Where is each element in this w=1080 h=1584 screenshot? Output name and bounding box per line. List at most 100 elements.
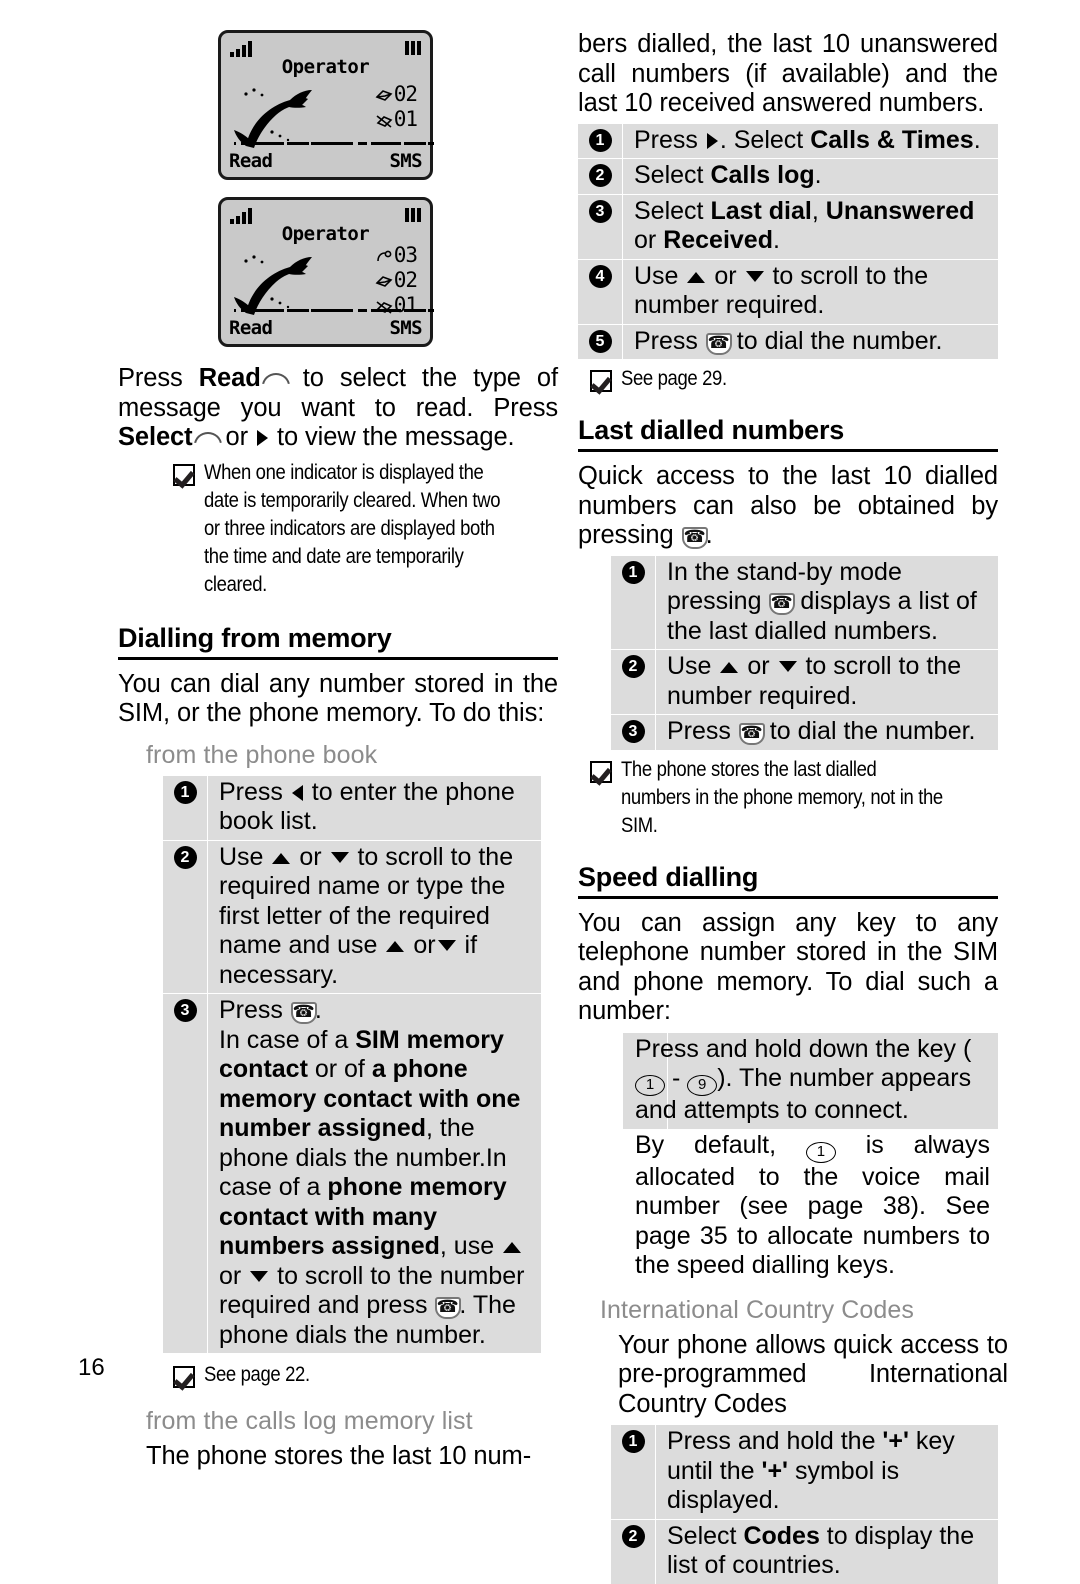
call-key-icon (434, 1296, 462, 1319)
battery-icon (405, 41, 421, 55)
operator-name: Operator (281, 223, 370, 245)
checkmark-icon (173, 1366, 195, 1388)
missed-call-icon (376, 250, 392, 262)
left-arrow-icon (291, 784, 303, 801)
call-key-icon (681, 526, 708, 549)
note-indicators: When one indicator is displayed the date… (173, 459, 558, 599)
intl-intro-paragraph: Your phone allows quick access to pre-pr… (618, 1330, 1008, 1418)
step-text: Use (667, 652, 719, 680)
callslog-intro-paragraph: The phone stores the last 10 num- (146, 1442, 532, 1470)
step-text: Use (219, 842, 271, 871)
envelope-icon (375, 90, 393, 101)
note-text: The phone stores the last dialled number… (621, 757, 943, 837)
softkey-bar: Read SMS (229, 317, 423, 339)
step-text: . (973, 125, 981, 154)
speed-dialling-default-box: By default, 1 is always allocated to the… (623, 1128, 998, 1284)
steps-calls-log: 1 Press . Select Calls & Times. 2 Select Ca… (578, 123, 998, 359)
step-text: , use (439, 1232, 502, 1260)
step-item: 2 Use or to scroll to the number required… (611, 649, 998, 714)
step-text: to dial the number. (762, 717, 976, 745)
right-column: bers dialled, the last 10 unanswered cal… (578, 30, 1008, 1584)
step-text-body: Press . Select Calls & Times. (622, 124, 998, 159)
speed-dialling-instruction: Press and hold down the key (1 - 9). The… (623, 1033, 998, 1129)
select-softkey-label: Select (118, 423, 193, 451)
emphasis-text: Received (663, 226, 773, 254)
softkey-icon (193, 429, 219, 446)
battery-icon (405, 208, 421, 222)
emphasis-text: Calls & Times (810, 125, 974, 154)
right-arrow-icon (256, 430, 268, 446)
signal-strength-icon (230, 40, 252, 57)
up-arrow-icon (503, 1242, 522, 1253)
right-softkey-label: SMS (389, 317, 422, 339)
signal-strength-icon (230, 207, 252, 224)
step-text: Use (634, 261, 686, 290)
dashed-baseline (234, 142, 434, 145)
step-number: 4 (578, 260, 622, 288)
step-text-body: Press to enter the phone book list. (207, 776, 541, 840)
note-see-page-29: See page 29. (590, 365, 990, 393)
step-number: 2 (578, 159, 622, 187)
step-text: In case of a (219, 1025, 356, 1054)
left-softkey-label: Read (229, 317, 273, 339)
step-number: 1 (611, 556, 655, 584)
step-number-badge: 4 (588, 264, 612, 288)
step-number-badge: 2 (621, 655, 645, 678)
step-item: 3 Press to dial the number. (611, 714, 998, 750)
step-text-body: Use or to scroll to the number required. (655, 650, 998, 714)
step-item: 2 Use or to scroll to the required name o… (163, 839, 541, 994)
phone-screen-mockup-1: Operator 02 01 Read SMS (218, 30, 434, 180)
checkmark-icon (173, 463, 195, 486)
operator-name: Operator (281, 56, 370, 78)
step-text: Press (634, 125, 705, 154)
step-number-badge: 3 (588, 199, 612, 223)
step-item: 1 Press to enter the phone book list. (163, 776, 541, 840)
speed-dialling-instruction-text: Press and hold down the key (1 - 9). The… (623, 1033, 998, 1129)
up-arrow-icon (386, 941, 405, 952)
indicator-row: 01 (375, 107, 418, 132)
phone-screen-mockup-2: Operator 03 02 01 Read SMS (218, 197, 434, 347)
up-arrow-icon (687, 271, 706, 283)
left-column: Operator 02 01 Read SMS Operator 03 02 0… (118, 30, 558, 1472)
note-stores-in-phone-memory: The phone stores the last dialled number… (590, 756, 990, 840)
keypad-key-1-icon: 1 (805, 1141, 836, 1163)
down-arrow-icon (437, 940, 456, 951)
call-key-icon (290, 1001, 317, 1024)
read-instruction-paragraph: Press Read to select the type of message… (118, 364, 558, 453)
emphasis-text: Last dial (710, 196, 812, 225)
dolphin-wallpaper-icon (234, 88, 312, 148)
softkey-bar: Read SMS (229, 150, 423, 172)
dialling-intro-paragraph: You can dial any number stored in the SI… (118, 669, 558, 728)
step-number-badge: 1 (173, 780, 197, 804)
step-item: 2 Select Calls log. (578, 158, 998, 194)
step-text: , (811, 196, 826, 225)
step-text: or (634, 226, 664, 254)
message-indicators-2: 03 02 01 (375, 243, 418, 318)
softkey-icon (261, 370, 287, 387)
read-softkey-label: Read (198, 364, 261, 392)
step-number-badge: 1 (588, 128, 612, 152)
last-dialled-text-a: Quick access to the last 10 dialled numb… (578, 462, 998, 549)
step-number: 2 (163, 841, 207, 869)
checkmark-icon (590, 370, 612, 392)
step-text: or (707, 261, 744, 290)
step-text-body: In the stand-by mode pressing displays a… (655, 556, 998, 650)
step-text-body: Select Calls log. (622, 159, 998, 194)
message-indicators-1: 02 01 (375, 82, 418, 132)
step-number: 2 (611, 1520, 655, 1548)
step-text: Press and hold down the key ( (635, 1034, 972, 1063)
step-text: Press (634, 326, 705, 355)
heading-last-dialled-numbers: Last dialled numbers (578, 415, 998, 452)
step-item: 1 Press . Select Calls & Times. (578, 124, 998, 159)
step-number: 2 (611, 650, 655, 678)
right-arrow-icon (706, 132, 718, 149)
step-text-body: Press .In case of a SIM memory contact o… (207, 994, 541, 1353)
dolphin-wallpaper-icon (234, 255, 312, 315)
step-text: Press (219, 996, 290, 1024)
emphasis-text: Unanswered (825, 196, 975, 225)
step-text: or of (307, 1055, 372, 1083)
subheading-from-the-calls-log: from the calls log memory list (146, 1407, 473, 1435)
speed-dialling-intro-paragraph: You can assign any key to any telephone … (578, 908, 998, 1026)
step-number-badge: 1 (621, 1430, 645, 1453)
steps-phonebook: 1 Press to enter the phone book list. 2 Use… (163, 775, 541, 1353)
